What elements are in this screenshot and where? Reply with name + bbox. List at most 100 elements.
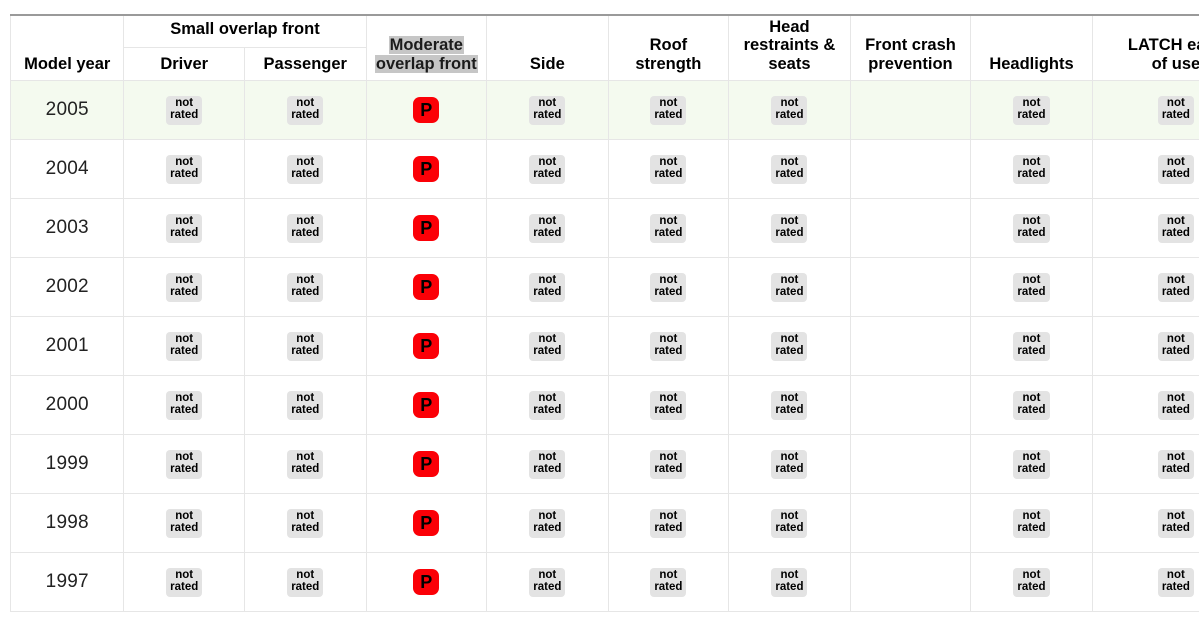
column-header-headlights-label: Headlights	[989, 54, 1074, 73]
badge-not-rated-line2: rated	[775, 462, 804, 475]
column-header-model-year-label: Model year	[24, 54, 111, 73]
column-header-small-overlap-passenger[interactable]: Passenger	[243, 47, 367, 82]
column-header-moderate-overlap-front[interactable]: Moderate overlap front	[365, 14, 488, 82]
badge-not-rated: not rated	[1157, 568, 1194, 597]
badge-rating-poor: P	[413, 451, 440, 478]
badge-not-rated: not rated	[287, 509, 324, 538]
cell-small-overlap-passenger: not rated	[243, 552, 367, 613]
cell-moderate-overlap-front: P	[365, 198, 488, 259]
badge-not-rated-line2: rated	[533, 403, 562, 416]
badge-not-rated-line2: rated	[291, 285, 320, 298]
table-body: 2005 not rated not rated Pnot rated not rated not…	[9, 80, 1199, 613]
table-row[interactable]: 2002 not rated not rated Pnot rated not rated not…	[9, 257, 1199, 318]
cell-roof-strength: not rated	[607, 552, 730, 613]
badge-not-rated: not rated	[1157, 391, 1194, 420]
column-header-small-overlap-driver-label: Driver	[160, 54, 209, 73]
badge-not-rated-line2: rated	[533, 226, 562, 239]
cell-latch-ease-of-use: not rated	[1091, 434, 1199, 495]
cell-front-crash-prevention-empty	[849, 139, 972, 200]
table-row[interactable]: 1998 not rated not rated Pnot rated not rated not…	[9, 493, 1199, 554]
table-row[interactable]: 2005 not rated not rated Pnot rated not rated not…	[9, 80, 1199, 141]
badge-not-rated-line2: rated	[170, 285, 199, 298]
badge-not-rated-line2: rated	[170, 167, 199, 180]
column-header-headlights[interactable]: Headlights	[970, 14, 1093, 82]
table-row[interactable]: 2001 not rated not rated Pnot rated not rated not…	[9, 316, 1199, 377]
badge-not-rated: not rated	[529, 509, 566, 538]
badge-not-rated: not rated	[166, 450, 203, 479]
badge-not-rated: not rated	[529, 391, 566, 420]
cell-side: not rated	[486, 139, 609, 200]
badge-not-rated: not rated	[650, 391, 687, 420]
cell-side: not rated	[486, 434, 609, 495]
table-row[interactable]: 2000 not rated not rated Pnot rated not rated not…	[9, 375, 1199, 436]
table-row[interactable]: 2003 not rated not rated Pnot rated not rated not…	[9, 198, 1199, 259]
badge-not-rated-line2: rated	[775, 580, 804, 593]
column-group-header-small-overlap-front[interactable]: Small overlap front	[123, 14, 367, 49]
cell-headlights: not rated	[970, 493, 1093, 554]
cell-small-overlap-driver: not rated	[123, 434, 245, 495]
column-header-front-crash-prevention[interactable]: Front crash prevention	[849, 14, 972, 82]
table-row[interactable]: 1999 not rated not rated Pnot rated not rated not…	[9, 434, 1199, 495]
badge-not-rated: not rated	[650, 155, 687, 184]
badge-not-rated-line2: rated	[775, 108, 804, 121]
cell-small-overlap-driver: not rated	[123, 552, 245, 613]
column-header-moderate-overlap-front-line2: overlap front	[374, 54, 478, 73]
cell-latch-ease-of-use: not rated	[1091, 493, 1199, 554]
cell-headlights: not rated	[970, 434, 1093, 495]
badge-not-rated: not rated	[1157, 509, 1194, 538]
badge-not-rated-line2: rated	[654, 285, 683, 298]
badge-not-rated-line2: rated	[291, 403, 320, 416]
column-header-roof-strength-line1: Roof	[649, 36, 688, 55]
badge-not-rated-line2: rated	[654, 521, 683, 534]
cell-small-overlap-passenger: not rated	[243, 493, 367, 554]
column-header-small-overlap-driver[interactable]: Driver	[123, 47, 245, 82]
badge-not-rated: not rated	[529, 450, 566, 479]
cell-front-crash-prevention-empty	[849, 552, 972, 613]
badge-not-rated-line2: rated	[775, 285, 804, 298]
cell-roof-strength: not rated	[607, 257, 730, 318]
badge-not-rated-line2: rated	[775, 167, 804, 180]
badge-not-rated: not rated	[166, 273, 203, 302]
badge-rating-poor: P	[413, 215, 440, 242]
cell-headlights: not rated	[970, 316, 1093, 377]
badge-not-rated-line2: rated	[170, 108, 199, 121]
badge-not-rated: not rated	[650, 273, 687, 302]
badge-rating-poor: P	[413, 97, 440, 124]
badge-not-rated: not rated	[529, 214, 566, 243]
column-header-model-year[interactable]: Model year	[9, 14, 125, 82]
cell-head-restraints-seats: not rated	[728, 257, 851, 318]
table-row[interactable]: 1997 not rated not rated Pnot rated not rated not…	[9, 552, 1199, 613]
badge-not-rated: not rated	[1013, 332, 1050, 361]
table-row[interactable]: 2004 not rated not rated Pnot rated not rated not…	[9, 139, 1199, 200]
badge-not-rated-line2: rated	[1017, 108, 1046, 121]
badge-not-rated-line2: rated	[1161, 521, 1190, 534]
cell-headlights: not rated	[970, 257, 1093, 318]
cell-headlights: not rated	[970, 552, 1093, 613]
cell-headlights: not rated	[970, 375, 1093, 436]
badge-not-rated: not rated	[771, 155, 808, 184]
column-header-side[interactable]: Side	[486, 14, 609, 82]
column-header-latch-line2: of use	[1151, 54, 1199, 73]
badge-not-rated-line2: rated	[1017, 167, 1046, 180]
cell-model-year: 1999	[9, 434, 125, 495]
header-row-group: Model year Small overlap front Moderate …	[9, 14, 1199, 82]
badge-not-rated-line2: rated	[291, 521, 320, 534]
badge-not-rated: not rated	[650, 332, 687, 361]
badge-not-rated-line2: rated	[1161, 403, 1190, 416]
table-header: Model year Small overlap front Moderate …	[9, 14, 1199, 82]
column-header-head-restraints-line2: restraints &	[743, 36, 836, 55]
cell-head-restraints-seats: not rated	[728, 316, 851, 377]
badge-not-rated: not rated	[166, 214, 203, 243]
cell-small-overlap-passenger: not rated	[243, 80, 367, 141]
column-header-latch-ease-of-use[interactable]: LATCH ease of use	[1091, 14, 1199, 82]
badge-rating-poor: P	[413, 569, 440, 596]
badge-not-rated: not rated	[287, 273, 324, 302]
column-header-roof-strength[interactable]: Roof strength	[607, 14, 730, 82]
cell-moderate-overlap-front: P	[365, 493, 488, 554]
cell-model-year: 1998	[9, 493, 125, 554]
cell-roof-strength: not rated	[607, 493, 730, 554]
cell-small-overlap-driver: not rated	[123, 198, 245, 259]
badge-not-rated: not rated	[1013, 450, 1050, 479]
column-header-head-restraints-seats[interactable]: Head restraints & seats	[728, 14, 851, 82]
badge-not-rated: not rated	[1157, 332, 1194, 361]
